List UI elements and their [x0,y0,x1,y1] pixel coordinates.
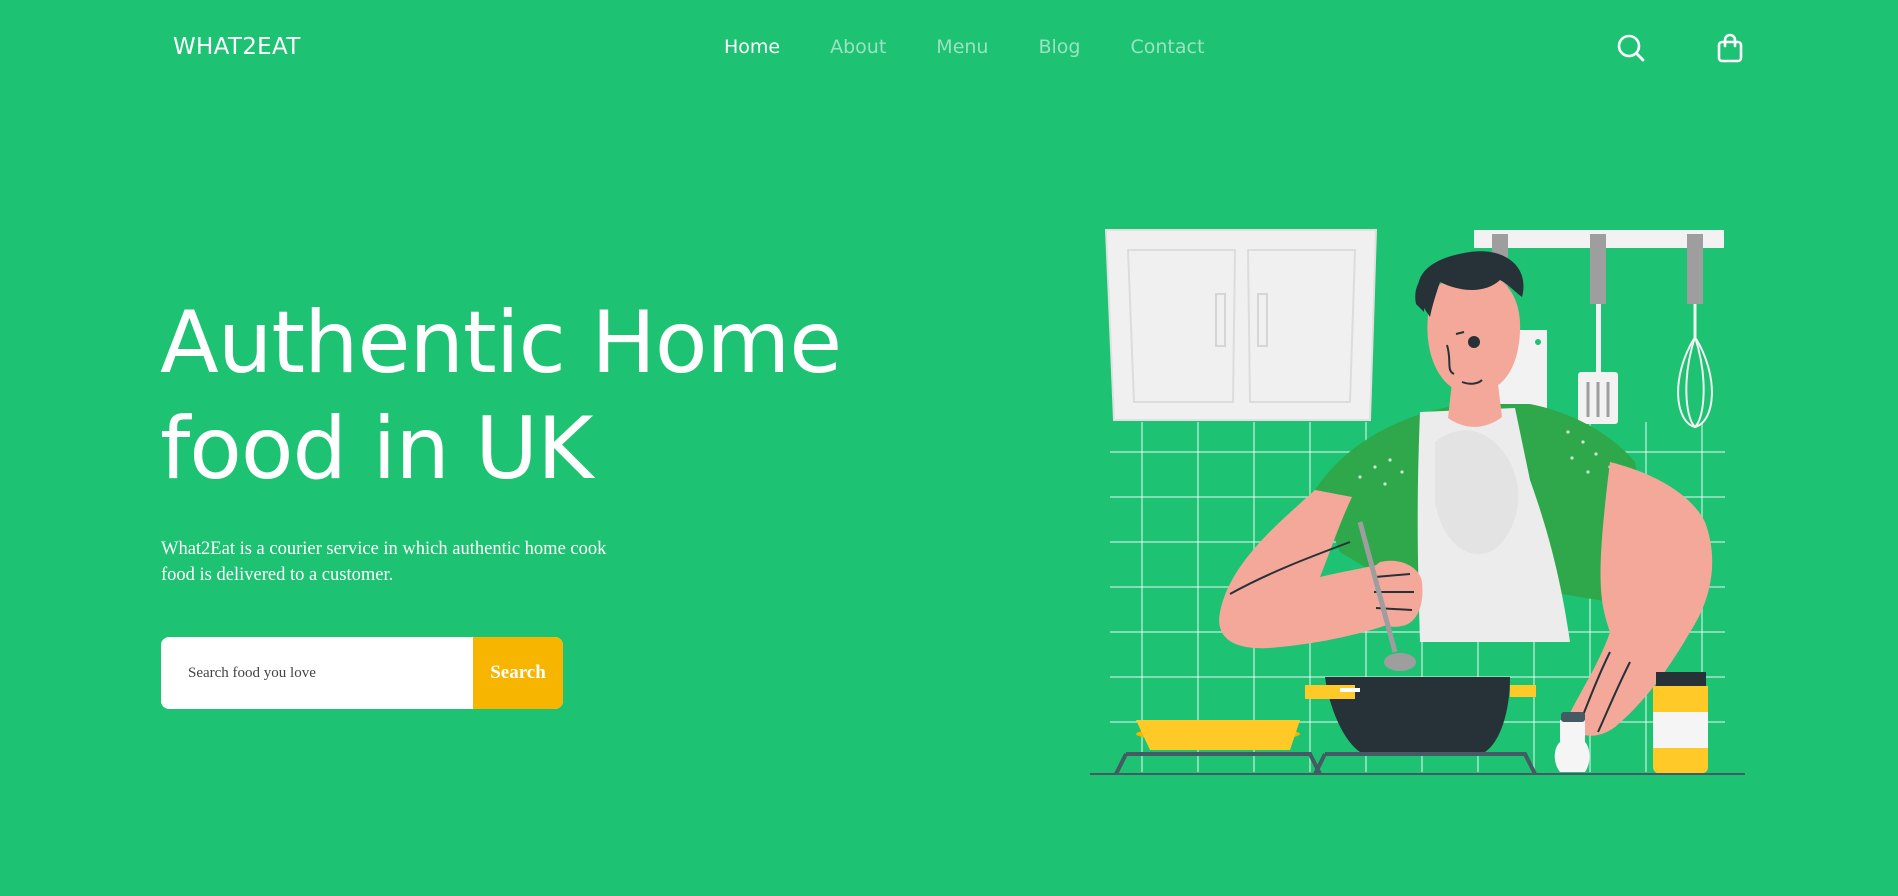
hero-description: What2Eat is a courier service in which a… [161,539,607,585]
shopping-bag-icon[interactable] [1714,32,1746,64]
hero-title-line-1: Authentic Home [160,293,842,393]
search-button[interactable]: Search [473,637,563,709]
nav-link-about[interactable]: About [830,36,886,58]
search-icon[interactable] [1615,32,1647,64]
hero-title: Authentic Home food in UK [160,290,860,502]
nav-link-contact[interactable]: Contact [1130,36,1204,58]
logo[interactable]: WHAT2EAT [173,34,301,60]
food-search-form: Search [161,637,563,709]
chef-cooking-illustration [1090,222,1745,782]
nav-link-blog[interactable]: Blog [1038,36,1080,58]
nav-link-menu[interactable]: Menu [936,36,988,58]
hero-title-line-2: food in UK [160,399,594,499]
nav-link-home[interactable]: Home [724,36,780,58]
navbar: WHAT2EAT Home About Menu Blog Contact [0,0,1898,100]
nav-links: Home About Menu Blog Contact [724,36,1204,58]
food-search-input[interactable] [161,637,473,709]
